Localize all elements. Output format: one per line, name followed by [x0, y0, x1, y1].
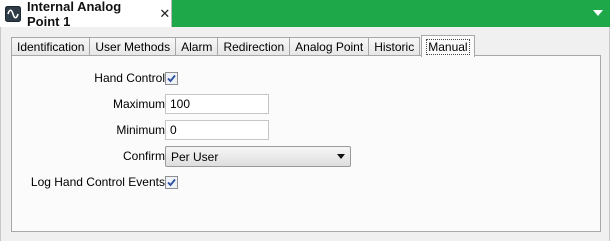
confirm-row: Confirm Per User [12, 146, 602, 167]
tab-analog-point[interactable]: Analog Point [289, 37, 370, 56]
minimum-input[interactable]: 0 [165, 120, 269, 140]
maximum-row: Maximum 100 [12, 94, 602, 114]
tab-identification[interactable]: Identification [11, 37, 91, 56]
dropdown-arrow-icon[interactable] [332, 147, 350, 166]
document-title: Internal Analog Point 1 [27, 0, 122, 29]
properties-panel: Identification User Methods Alarm Redire… [0, 27, 610, 241]
document-tab[interactable]: Internal Analog Point 1 ✕ [0, 0, 172, 29]
close-icon[interactable]: ✕ [159, 6, 171, 21]
confirm-label: Confirm [122, 149, 165, 163]
tab-redirection[interactable]: Redirection [217, 37, 291, 56]
confirm-select[interactable]: Per User [165, 146, 351, 167]
manual-tab-page: Hand Control Maximum 100 Minimum 0 Confi… [11, 55, 601, 232]
chevron-down-icon[interactable] [592, 8, 604, 18]
tab-strip: Identification User Methods Alarm Redire… [11, 35, 475, 57]
checkmark-icon [167, 178, 176, 187]
minimum-row: Minimum 0 [12, 120, 602, 140]
title-bar: Internal Analog Point 1 ✕ [0, 0, 610, 29]
tab-manual[interactable]: Manual [421, 35, 475, 57]
checkmark-icon [167, 74, 176, 83]
log-events-checkbox[interactable] [165, 176, 178, 189]
tab-alarm[interactable]: Alarm [175, 37, 219, 56]
analog-wave-icon [5, 5, 21, 22]
tab-historic[interactable]: Historic [368, 37, 421, 56]
log-events-label: Log Hand Control Events [30, 175, 165, 189]
hand-control-checkbox[interactable] [165, 72, 178, 85]
tab-user-methods[interactable]: User Methods [89, 37, 177, 56]
maximum-label: Maximum [112, 97, 165, 111]
confirm-selected-value: Per User [171, 149, 219, 164]
minimum-label: Minimum [116, 123, 165, 137]
hand-control-label: Hand Control [94, 71, 165, 85]
hand-control-row: Hand Control [12, 68, 602, 88]
log-events-row: Log Hand Control Events [12, 172, 602, 192]
maximum-input[interactable]: 100 [165, 94, 269, 114]
